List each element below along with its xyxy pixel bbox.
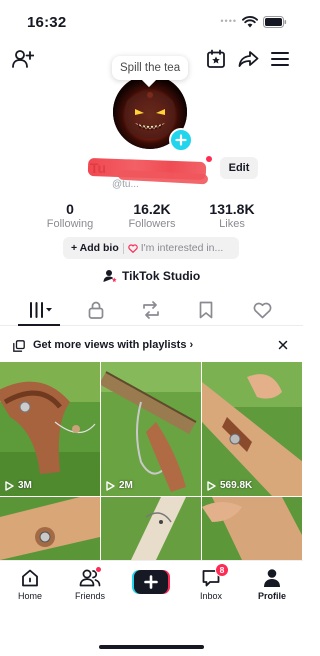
heart-icon [127,243,138,253]
nav-friends[interactable]: Friends [64,566,116,601]
active-tab-indicator [18,324,60,326]
tab-liked[interactable] [250,299,274,321]
stat-value: 131.8K [209,201,255,217]
inbox-badge: 8 [215,563,229,577]
profile-icon [264,569,280,587]
video-thumbnail-image [101,362,201,496]
plus-icon [175,134,187,146]
nav-inbox[interactable]: 8 Inbox [185,563,237,601]
status-note-bubble[interactable]: Spill the tea [112,56,189,80]
calendar-star-icon [207,49,225,68]
playlist-icon [13,340,25,352]
view-count: 2M [106,480,133,491]
home-indicator [99,645,204,649]
view-count-text: 2M [119,480,133,491]
add-person-icon [12,50,34,68]
profile-handle: @tu... [112,179,139,190]
tab-reposts[interactable] [139,299,163,321]
friends-notification-dot [95,566,102,573]
view-count: 569.8K [207,480,252,491]
interests-button[interactable]: I'm interested in... [141,242,224,254]
video-thumbnail[interactable]: 2M [101,362,201,496]
view-count-text: 569.8K [220,480,253,491]
nav-label: Home [17,591,42,601]
stat-followers[interactable]: 16.2K Followers [116,201,188,230]
nav-home[interactable]: Home [4,567,56,601]
share-arrow-icon [238,51,258,67]
notification-dot [206,156,212,162]
videos-grid-icon [30,302,52,318]
wifi-icon [242,16,258,28]
tab-private[interactable] [84,299,108,321]
divider [122,242,124,254]
status-time: 16:32 [27,14,67,31]
create-plus-icon [134,570,168,594]
hamburger-icon [271,52,289,66]
status-bar: 16:32 •••• [0,0,303,44]
bottom-nav: Home Friends 8 Inbox Profile [0,560,303,656]
status-icons: •••• [220,16,287,28]
studio-label: TikTok Studio [122,269,201,283]
stat-label: Following [46,218,94,230]
stat-value: 0 [66,201,74,217]
repost-icon [143,301,159,319]
home-icon [22,569,38,587]
video-thumbnail-image [0,497,100,560]
stat-following[interactable]: 0 Following [38,201,102,230]
tab-favorites[interactable] [194,299,218,321]
video-thumbnail-image [202,497,302,560]
nav-profile[interactable]: Profile [246,567,298,601]
tab-videos[interactable] [27,299,55,321]
video-thumbnail[interactable]: 569.8K [202,362,302,496]
video-thumbnail[interactable] [101,497,201,560]
calendar-button[interactable] [204,47,228,71]
share-button[interactable] [236,47,260,71]
bookmark-icon [199,301,213,319]
edit-profile-button[interactable]: Edit [220,157,258,179]
playlist-banner[interactable]: Get more views with playlists › [0,330,303,360]
nav-label: Friends [74,591,105,601]
username-row: Tu [87,157,210,185]
view-count-text: 3M [18,480,32,491]
video-thumbnail[interactable] [0,497,100,560]
playlist-banner-text: Get more views with playlists › [33,339,194,351]
profile-tabs [0,294,303,326]
lock-icon [88,301,104,319]
heart-icon [253,302,271,318]
video-thumbnail-image [101,497,201,560]
nav-label: Profile [257,591,286,601]
close-icon[interactable] [278,340,288,350]
stat-value: 16.2K [133,201,171,217]
video-thumbnail-image [0,362,100,496]
add-bio-button[interactable]: + Add bio [71,242,119,254]
battery-icon [263,16,287,28]
video-thumbnail[interactable] [202,497,302,560]
video-thumbnail[interactable]: 3M [0,362,100,496]
signal-dots-icon: •••• [220,16,237,26]
stat-likes[interactable]: 131.8K Likes [196,201,268,230]
studio-person-icon [103,270,117,282]
tiktok-studio-link[interactable]: TikTok Studio [103,269,200,283]
menu-button[interactable] [268,47,292,71]
add-friend-button[interactable] [11,47,35,71]
play-icon [106,480,115,491]
bio-bar[interactable]: + Add bio I'm interested in... [63,237,239,259]
play-icon [5,480,14,491]
avatar-add-button[interactable] [169,128,193,152]
play-icon [207,480,216,491]
video-grid: 3M 2M 569.8K [0,362,303,560]
video-thumbnail-image [202,362,302,496]
nav-label: Inbox [199,591,223,601]
view-count: 3M [5,480,32,491]
create-button[interactable] [132,570,170,594]
stat-label: Followers [128,218,176,230]
stat-label: Likes [219,218,245,230]
